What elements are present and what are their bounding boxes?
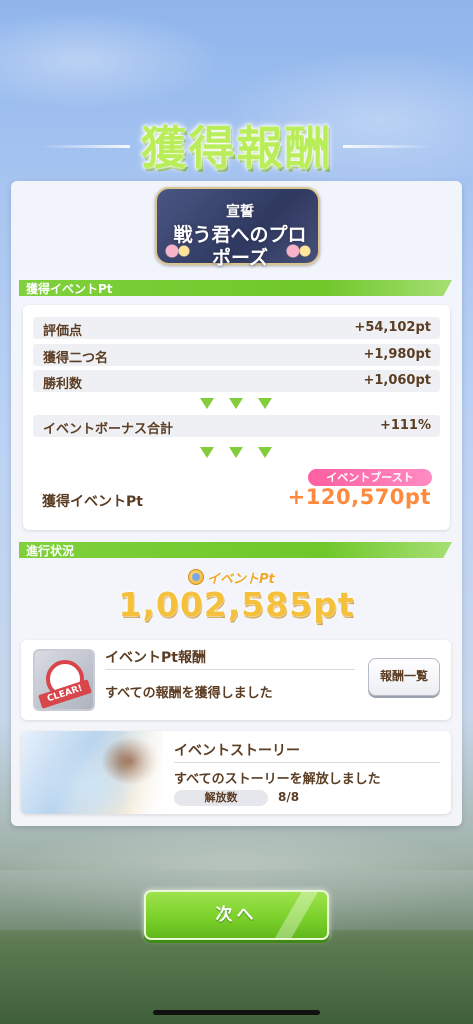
stat-row-bonus: イベントボーナス合計 +111% <box>33 415 440 437</box>
divider <box>105 669 355 670</box>
section-header-progress <box>19 542 452 558</box>
event-logo-text: 宣誓 戦う君へのプロポーズ <box>165 201 315 270</box>
stat-label: 獲得二つ名 <box>43 351 109 366</box>
event-boost-badge: イベントブースト <box>308 469 432 486</box>
stat-row-wins: 勝利数 +1,060pt <box>33 370 440 392</box>
reward-clear-icon: CLEAR! <box>33 649 95 711</box>
event-pt-coin-icon <box>188 569 204 585</box>
story-thumbnail-fade <box>120 731 170 814</box>
event-pt-total: 1,002,585pt <box>118 585 355 624</box>
stat-row-nickname: 獲得二つ名 +1,980pt <box>33 344 440 366</box>
event-logo-line1: 宣誓 <box>226 204 254 220</box>
event-logo-line2: 戦う君へのプロポーズ <box>173 224 307 269</box>
section-label-event-pt: 獲得イベントPt <box>26 282 113 296</box>
story-card-status: すべてのストーリーを解放しました <box>174 772 381 787</box>
down-arrows-icon <box>200 447 275 459</box>
stat-value: +111% <box>379 418 431 433</box>
next-chevron-decor <box>268 892 324 938</box>
unlock-count-value: 8/8 <box>278 790 300 804</box>
unlock-count-label: 解放数 <box>174 790 268 806</box>
reward-list-button[interactable]: 報酬一覧 <box>368 658 440 696</box>
total-event-pt-label: 獲得イベントPt <box>42 494 143 510</box>
total-event-pt-value: +120,570pt <box>287 485 431 509</box>
event-logo: 宣誓 戦う君へのプロポーズ <box>155 187 320 269</box>
reward-card-status: すべての報酬を獲得しました <box>105 686 273 701</box>
page-title: 獲得報酬 <box>140 121 333 175</box>
stat-label: イベントボーナス合計 <box>43 422 174 437</box>
home-indicator[interactable] <box>153 1010 320 1015</box>
story-card-title: イベントストーリー <box>174 743 300 759</box>
stat-value: +1,980pt <box>363 347 431 362</box>
stat-value: +1,060pt <box>363 373 431 388</box>
stat-value: +54,102pt <box>354 320 431 335</box>
section-label-progress: 進行状況 <box>26 544 75 558</box>
stat-label: 勝利数 <box>43 377 83 392</box>
stat-label: 評価点 <box>43 324 83 339</box>
stat-row-score: 評価点 +54,102pt <box>33 317 440 339</box>
divider <box>174 762 440 763</box>
reward-card-title: イベントPt報酬 <box>105 650 206 666</box>
down-arrows-icon <box>200 398 275 410</box>
